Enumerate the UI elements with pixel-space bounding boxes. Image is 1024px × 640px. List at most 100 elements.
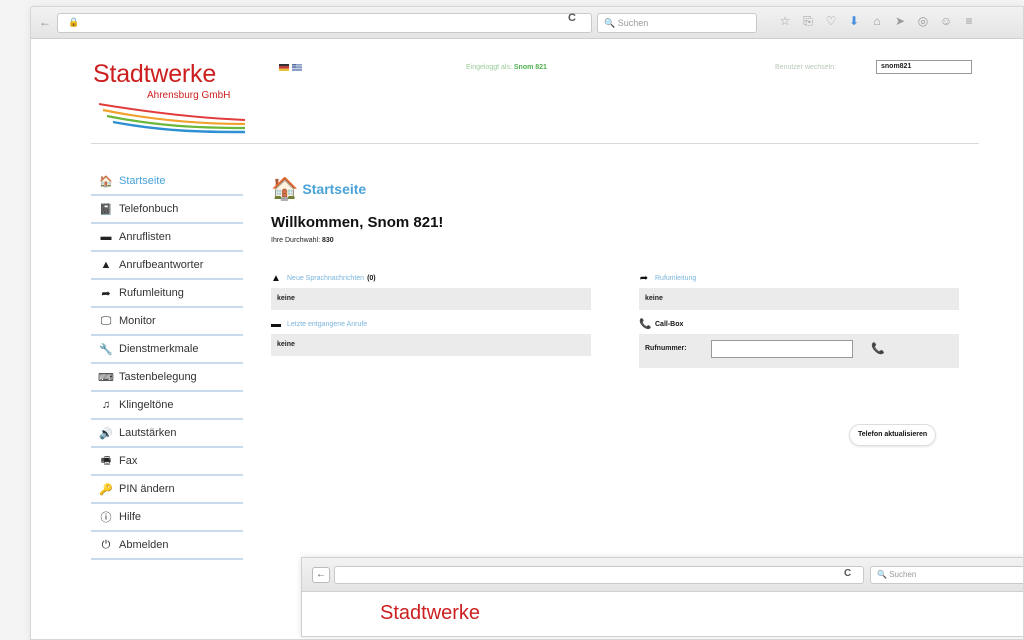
lock-icon: 🔒 xyxy=(68,17,80,27)
logged-in-user: Snom 821 xyxy=(513,64,547,71)
nested-search-placeholder: Suchen xyxy=(889,570,917,579)
sidebar-item-label: PIN ändern xyxy=(119,483,175,495)
search-placeholder: Suchen xyxy=(617,18,649,28)
phone-icon: 📞 xyxy=(639,318,652,330)
clipboard-icon[interactable]: ⎘ xyxy=(802,14,814,29)
nested-reload-icon: C xyxy=(844,568,852,579)
sidebar-item-tastenbelegung[interactable]: ⌨ Tastenbelegung xyxy=(91,364,243,392)
forward-arrow-icon: ➦ xyxy=(101,287,111,300)
sync-icon[interactable]: ◎ xyxy=(917,14,929,29)
call-button[interactable]: 📞 xyxy=(867,340,889,358)
flag-de-icon[interactable] xyxy=(279,64,289,71)
star-icon[interactable]: ☆ xyxy=(779,14,791,29)
sidebar-item-label: Hilfe xyxy=(119,511,142,523)
voicemail-header: ▲ Neue Sprachnachrichten (0) xyxy=(271,268,591,288)
sidebar-item-label: Lautstärken xyxy=(119,427,177,439)
logged-in-label: Eingeloggt als: xyxy=(466,64,512,71)
info-icon: ⓘ xyxy=(100,512,112,524)
back-arrow-icon[interactable]: ← xyxy=(39,15,51,29)
reload-icon[interactable]: C xyxy=(568,12,576,24)
fax-icon: 🖷 xyxy=(100,454,112,467)
browser-search-input[interactable]: 🔍 Suchen xyxy=(597,13,757,33)
list-icon: ▬ xyxy=(271,318,281,330)
language-flags xyxy=(279,64,302,71)
forward-value: keine xyxy=(639,288,959,310)
callbox-row: Rufnummer: 📞 xyxy=(639,334,959,368)
sidebar-item-label: Startseite xyxy=(119,175,166,187)
download-icon[interactable]: ⬇ xyxy=(848,14,860,29)
sidebar-item-fax[interactable]: 🖷 Fax xyxy=(91,448,243,476)
book-icon: 📓 xyxy=(99,203,113,216)
sidebar-item-lautstärken[interactable]: 🔊 Lautstärken xyxy=(91,420,243,448)
sidebar: 🏠 Startseite 📓 Telefonbuch ▬ Anruflisten ▲ Anru… xyxy=(91,168,243,560)
browser-window: ← 🔒 C 🔍 Suchen ☆ ⎘ ♡ ⬇ ⌂ ➤ ◎ ☺ ≡ Stadtwe… xyxy=(30,6,1024,640)
forward-link[interactable]: Rufumleitung xyxy=(655,275,696,282)
home-icon: 🏠 xyxy=(99,175,113,188)
sidebar-item-startseite[interactable]: 🏠 Startseite xyxy=(91,168,243,196)
number-input[interactable] xyxy=(711,340,853,358)
sidebar-item-klingeltöne[interactable]: ♫ Klingeltöne xyxy=(91,392,243,420)
account-icon[interactable]: ☺ xyxy=(940,14,952,29)
sidebar-item-pin-ändern[interactable]: 🔑 PIN ändern xyxy=(91,476,243,504)
browser-toolbar: ← 🔒 C 🔍 Suchen ☆ ⎘ ♡ ⬇ ⌂ ➤ ◎ ☺ ≡ xyxy=(31,7,1023,39)
power-icon: ⏻ xyxy=(101,538,111,551)
sidebar-item-dienstmerkmale[interactable]: 🔧 Dienstmerkmale xyxy=(91,336,243,364)
sidebar-item-rufumleitung[interactable]: ➦ Rufumleitung xyxy=(91,280,243,308)
flag-en-icon[interactable] xyxy=(292,64,302,71)
sidebar-item-hilfe[interactable]: ⓘ Hilfe xyxy=(91,504,243,532)
pocket-icon[interactable]: ♡ xyxy=(825,14,837,29)
main-content: 🏠 Startseite Willkommen, Snom 821! Ihre … xyxy=(271,176,961,446)
sidebar-item-anruflisten[interactable]: ▬ Anruflisten xyxy=(91,224,243,252)
sidebar-item-label: Anrufbeantworter xyxy=(119,259,204,271)
sidebar-item-label: Fax xyxy=(119,455,138,467)
voicemail-icon: ▲ xyxy=(100,259,112,271)
sidebar-item-label: Tastenbelegung xyxy=(119,371,197,383)
browser-toolbar-icons: ☆ ⎘ ♡ ⬇ ⌂ ➤ ◎ ☺ ≡ xyxy=(779,14,975,29)
logo-title: Stadtwerke xyxy=(93,60,217,88)
voicemail-count: (0) xyxy=(367,274,376,282)
forward-header: ➦ Rufumleitung xyxy=(639,268,959,288)
key-icon: 🔑 xyxy=(99,483,113,496)
sidebar-item-label: Abmelden xyxy=(119,539,169,551)
home-icon[interactable]: ⌂ xyxy=(871,14,883,29)
sidebar-item-anrufbeantworter[interactable]: ▲ Anrufbeantworter xyxy=(91,252,243,280)
page-title: 🏠 Startseite xyxy=(271,176,961,202)
send-icon[interactable]: ➤ xyxy=(894,14,906,29)
callbox-header: 📞 Call-Box xyxy=(639,314,959,334)
missed-calls-value: keine xyxy=(271,334,591,356)
page-content: Stadtwerke Ahrensburg GmbH Eingeloggt al… xyxy=(31,40,1023,639)
extension-label: Ihre Durchwahl: xyxy=(271,237,321,244)
sidebar-item-abmelden[interactable]: ⏻ Abmelden xyxy=(91,532,243,560)
address-bar[interactable]: 🔒 xyxy=(57,13,592,33)
right-column: ➦ Rufumleitung keine 📞 Call-Box Rufnumme… xyxy=(639,268,959,368)
voicemail-value: keine xyxy=(271,288,591,310)
missed-calls-link[interactable]: Letzte entgangene Anrufe xyxy=(287,321,367,328)
menu-icon[interactable]: ≡ xyxy=(963,14,975,29)
nested-toolbar: ← C 🔍 Suchen xyxy=(302,558,1023,592)
header-divider xyxy=(91,143,979,144)
left-column: ▲ Neue Sprachnachrichten (0) keine ▬ Let… xyxy=(271,268,591,356)
sidebar-item-label: Rufumleitung xyxy=(119,287,184,299)
sidebar-item-telefonbuch[interactable]: 📓 Telefonbuch xyxy=(91,196,243,224)
welcome-heading: Willkommen, Snom 821! xyxy=(271,214,444,231)
logo-swoosh-icon xyxy=(98,103,246,134)
phone-icon: 📞 xyxy=(871,343,885,355)
sidebar-item-label: Monitor xyxy=(119,315,156,327)
sidebar-item-label: Klingeltöne xyxy=(119,399,174,411)
home-icon: 🏠 xyxy=(271,176,299,201)
wrench-icon: 🔧 xyxy=(99,343,113,356)
monitor-icon: 🖵 xyxy=(100,314,112,327)
update-phone-button[interactable]: Telefon aktualisieren xyxy=(849,424,937,446)
nested-logo-partial: Stadtwerke xyxy=(380,602,481,624)
list-icon: ▬ xyxy=(100,231,112,243)
page-title-text: Startseite xyxy=(302,181,367,197)
volume-icon: 🔊 xyxy=(99,427,113,440)
sidebar-item-label: Telefonbuch xyxy=(119,203,179,215)
number-label: Rufnummer: xyxy=(645,345,687,352)
sidebar-item-monitor[interactable]: 🖵 Monitor xyxy=(91,308,243,336)
sidebar-item-label: Anruflisten xyxy=(119,231,171,243)
switch-user-input[interactable]: snom821 xyxy=(876,60,972,74)
logged-in-info: Eingeloggt als: Snom 821 xyxy=(466,64,547,71)
voicemail-link[interactable]: Neue Sprachnachrichten xyxy=(287,275,364,282)
forward-arrow-icon: ➦ xyxy=(639,272,649,284)
